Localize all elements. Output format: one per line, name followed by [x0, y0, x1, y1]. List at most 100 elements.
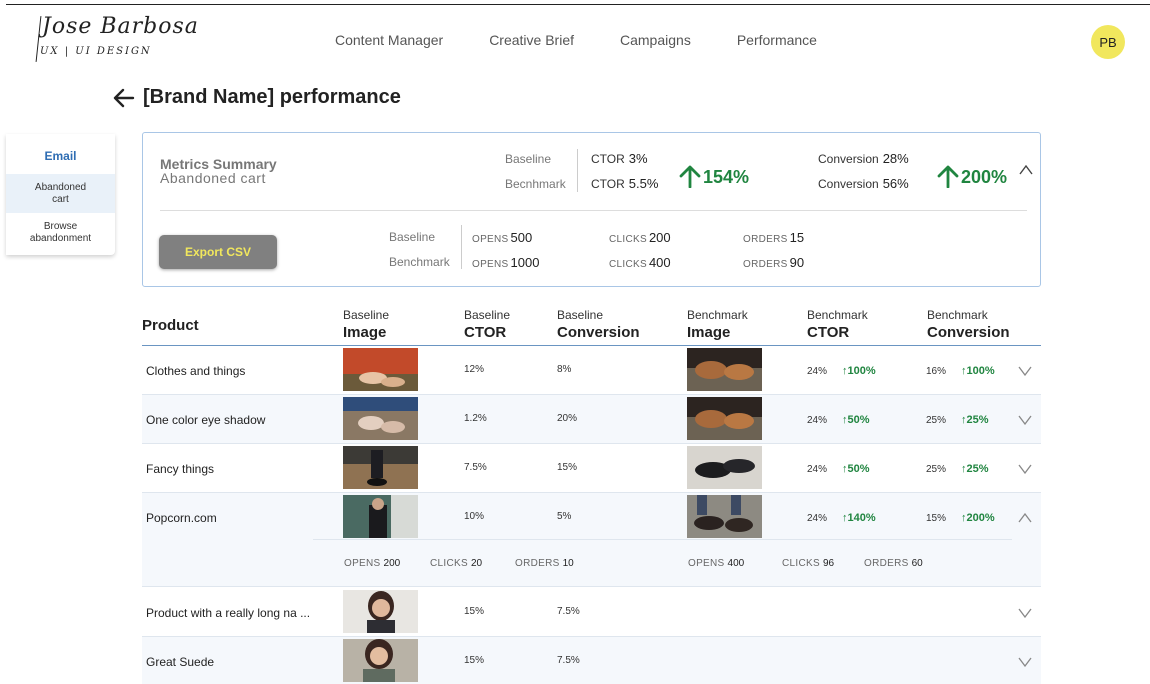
nav-content-manager[interactable]: Content Manager — [335, 32, 443, 48]
sidebar: Email Abandoned cart Browse abandonment — [6, 134, 115, 255]
nav-creative-brief[interactable]: Creative Brief — [489, 32, 574, 48]
header-baseline-ctor: Baseline CTOR — [464, 308, 510, 341]
top-border — [6, 4, 1150, 5]
clicks-label: CLICKS — [782, 558, 820, 569]
clicks-label: CLICKS — [430, 558, 468, 569]
benchmark-conversion: 25% — [926, 415, 947, 426]
ctor-label: CTOR — [591, 177, 625, 191]
benchmark-image — [687, 348, 762, 391]
export-csv-button[interactable]: Export CSV — [159, 235, 277, 269]
header-benchmark-conversion: Benchmark Conversion — [927, 308, 1010, 341]
chevron-up-icon[interactable] — [1018, 513, 1032, 523]
main-nav: Content Manager Creative Brief Campaigns… — [335, 32, 817, 48]
ctor-label: CTOR — [591, 152, 625, 166]
chevron-down-icon[interactable] — [1018, 366, 1032, 376]
table-row[interactable]: Great Suede 15% 7.5% — [142, 637, 1041, 684]
header-line-2: Image — [343, 324, 387, 341]
conversion-label: Conversion — [818, 177, 879, 191]
opens-label: OPENS — [344, 558, 381, 569]
baseline-conversion: 8% — [557, 364, 572, 375]
page-header: [Brand Name] performance — [113, 86, 401, 109]
product-name: Great Suede — [146, 655, 215, 669]
chevron-down-icon[interactable] — [1018, 608, 1032, 618]
opens-label: OPENS — [472, 234, 509, 245]
header-baseline-image: Baseline Image — [343, 308, 389, 341]
header-line-1: Benchmark — [807, 308, 868, 322]
conversion-change: 200% — [937, 164, 1007, 188]
orders-value: 60 — [911, 558, 923, 569]
arrow-left-icon[interactable] — [113, 87, 135, 109]
opens-value: 200 — [383, 558, 401, 569]
benchmark-clicks-value: 400 — [648, 255, 671, 270]
benchmark-orders: ORDERS 90 — [743, 255, 804, 270]
orders-label: ORDERS — [743, 259, 788, 270]
avatar[interactable]: PB — [1091, 25, 1125, 59]
logo-tagline: UX | UI DESIGN — [40, 46, 152, 57]
benchmark-conversion: 16% — [926, 366, 947, 377]
header-line-2: CTOR — [464, 324, 507, 341]
product-image — [343, 446, 418, 489]
baseline-opens-value: 500 — [510, 230, 533, 245]
opens-value: 400 — [727, 558, 745, 569]
header-line-1: Benchmark — [687, 308, 748, 322]
header-benchmark-image: Benchmark Image — [687, 308, 748, 341]
row-detail: OPENS 200 CLICKS 20 ORDERS 10 OPENS 400 CLIC… — [142, 539, 1041, 587]
nav-campaigns[interactable]: Campaigns — [620, 32, 691, 48]
ctor-baseline-value: 3% — [628, 151, 648, 166]
detail-benchmark-opens: OPENS 400 — [688, 558, 744, 569]
product-name: Fancy things — [146, 462, 215, 476]
counts-benchmark-label: Benchmark — [389, 255, 450, 269]
ctor-change-value: 154% — [703, 167, 750, 187]
benchmark-ctor: 24% — [807, 366, 828, 377]
baseline-clicks-value: 200 — [648, 230, 671, 245]
header-line-1: Baseline — [557, 308, 604, 322]
baseline-opens: OPENS 500 — [472, 230, 532, 245]
header-benchmark-ctor: Benchmark CTOR — [807, 308, 868, 341]
clicks-value: 96 — [822, 558, 835, 569]
sidebar-item-browse-abandonment[interactable]: Browse abandonment — [6, 213, 115, 252]
baseline-orders-value: 15 — [789, 230, 805, 245]
header-line-1: Baseline — [464, 308, 511, 322]
chevron-down-icon[interactable] — [1018, 464, 1032, 474]
ctor-benchmark: CTOR 5.5% — [591, 176, 658, 191]
metrics-summary-card: Metrics Summary Abandoned cart Baseline … — [142, 132, 1041, 287]
sidebar-item-abandoned-cart[interactable]: Abandoned cart — [6, 174, 115, 213]
orders-label: ORDERS — [743, 234, 788, 245]
product-name: One color eye shadow — [146, 413, 266, 427]
baseline-ctor: 10% — [464, 511, 485, 522]
benchmark-ctor-change: ↑50% — [842, 463, 870, 475]
detail-benchmark-clicks: CLICKS 96 — [782, 558, 834, 569]
table-row-expanded[interactable]: Popcorn.com 10% 5% 24% ↑140% 15% ↑200% — [142, 493, 1041, 542]
orders-label: ORDERS — [515, 558, 560, 569]
header-line-2: Conversion — [927, 324, 1010, 341]
baseline-conversion: 7.5% — [557, 606, 580, 617]
header-line-2: CTOR — [807, 324, 850, 341]
header-product: Product — [142, 317, 199, 334]
detail-divider — [313, 539, 1012, 540]
benchmark-conversion-change: ↑25% — [961, 463, 989, 475]
baseline-ctor: 1.2% — [464, 413, 487, 424]
product-image — [343, 639, 418, 682]
header-line-2: Conversion — [557, 324, 640, 341]
product-image — [343, 348, 418, 391]
baseline-ctor: 12% — [464, 364, 485, 375]
baseline-conversion: 5% — [557, 511, 572, 522]
logo[interactable]: Jose Barbosa UX | UI DESIGN — [35, 14, 198, 66]
nav-performance[interactable]: Performance — [737, 32, 817, 48]
ctor-benchmark-value: 5.5% — [628, 176, 659, 191]
baseline-conversion: 20% — [557, 413, 578, 424]
summary-separator — [160, 210, 1027, 211]
table-row[interactable]: One color eye shadow 1.2% 20% 24% ↑50% 2… — [142, 395, 1041, 444]
sidebar-heading-email[interactable]: Email — [6, 134, 115, 174]
table-row[interactable]: Product with a really long na ... 15% 7.… — [142, 588, 1041, 637]
product-name: Product with a really long na ... — [146, 606, 311, 620]
product-name: Popcorn.com — [146, 511, 217, 525]
chevron-up-icon[interactable] — [1019, 165, 1033, 175]
header-line-2: Image — [687, 324, 731, 341]
product-name: Clothes and things — [146, 364, 246, 378]
conversion-benchmark: Conversion 56% — [818, 176, 909, 191]
table-row[interactable]: Fancy things 7.5% 15% 24% ↑50% 25% ↑25% — [142, 444, 1041, 493]
chevron-down-icon[interactable] — [1018, 657, 1032, 667]
chevron-down-icon[interactable] — [1018, 415, 1032, 425]
table-row[interactable]: Clothes and things 12% 8% 24% ↑100% 16% … — [142, 346, 1041, 395]
